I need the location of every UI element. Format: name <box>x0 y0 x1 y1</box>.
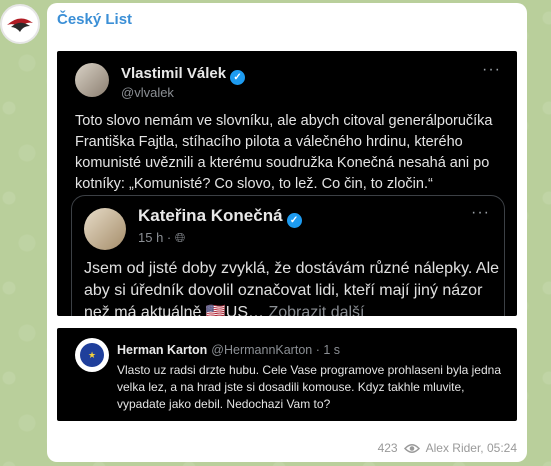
reply-header: Herman Karton @HermannKarton · 1 s <box>117 343 340 357</box>
tweet-screenshot-1[interactable]: Vlastimil Válek ✓ @vlvalek ··· Toto slovo… <box>57 51 517 316</box>
more-dots-icon: ··· <box>471 204 490 221</box>
channel-name[interactable]: Český List <box>57 11 132 28</box>
reply-handle: @HermannKarton · 1 s <box>211 343 341 357</box>
globe-icon: 🌐︎ <box>174 230 186 245</box>
quoted-author-line: Kateřina Konečná ✓ <box>138 206 302 228</box>
reply-text: Vlasto uz radsi drzte hubu. Cele Vase pr… <box>117 363 501 411</box>
quoted-text-block: Jsem od jisté doby zvyklá, že dostávám r… <box>84 258 500 316</box>
author-avatar <box>75 63 109 97</box>
tweet-screenshot-2[interactable]: ★ Herman Karton @HermannKarton · 1 s Vlas… <box>57 328 517 421</box>
view-count: 423 <box>377 441 398 455</box>
quoted-tweet: Kateřina Konečná ✓ 15 h · 🌐︎ ··· Jsem od … <box>71 195 505 316</box>
tweet-author-line: Vlastimil Válek ✓ <box>121 65 246 85</box>
author-avatar: ★ <box>75 338 109 372</box>
eu-stars-icon: ★ <box>80 343 104 367</box>
tweet-text: Toto slovo nemám ve slovníku, ale abych … <box>75 113 493 192</box>
more-dots-icon: ··· <box>482 61 501 78</box>
channel-avatar[interactable] <box>0 4 40 44</box>
verified-check-icon: ✓ <box>230 70 246 85</box>
quoted-meta: 15 h · 🌐︎ <box>138 230 185 246</box>
tweet-handle: @vlvalek <box>121 85 174 100</box>
message-footer: 423 Alex Rider, 05:24 <box>378 441 517 455</box>
eye-icon <box>403 443 420 453</box>
quoted-author-avatar <box>84 208 126 250</box>
message-bubble: Český List Vlastimil Válek ✓ @vlvalek ···… <box>47 3 527 462</box>
quoted-author: Kateřina Konečná <box>138 206 283 225</box>
tweet-author: Vlastimil Válek <box>121 65 227 82</box>
reply-author: Herman Karton <box>117 343 208 357</box>
verified-check-icon: ✓ <box>286 213 302 228</box>
channel-logo-icon <box>5 9 35 39</box>
author-time: Alex Rider, 05:24 <box>425 441 517 455</box>
quoted-time: 15 h · <box>138 230 172 245</box>
show-more-link: Zobrazit další <box>264 304 365 316</box>
